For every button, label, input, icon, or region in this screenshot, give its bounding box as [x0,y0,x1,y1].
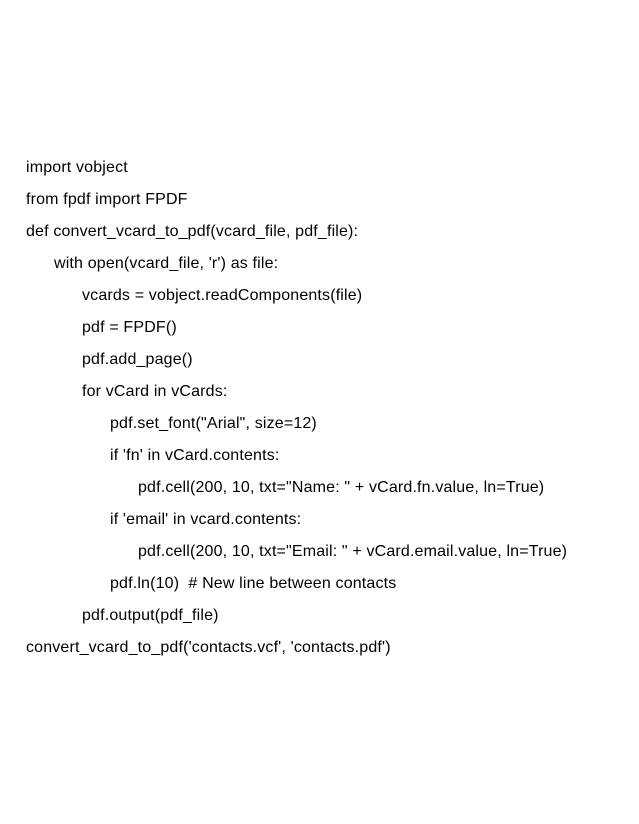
code-line-15: convert_vcard_to_pdf('contacts.vcf', 'co… [26,632,613,664]
code-line-1: from fpdf import FPDF [26,184,613,216]
code-line-3: with open(vcard_file, 'r') as file: [26,248,613,280]
code-block: import vobjectfrom fpdf import FPDFdef c… [26,152,613,664]
code-line-4: vcards = vobject.readComponents(file) [26,280,613,312]
code-line-5: pdf = FPDF() [26,312,613,344]
code-line-2: def convert_vcard_to_pdf(vcard_file, pdf… [26,216,613,248]
code-line-6: pdf.add_page() [26,344,613,376]
code-line-0: import vobject [26,152,613,184]
code-line-14: pdf.output(pdf_file) [26,600,613,632]
code-line-12: pdf.cell(200, 10, txt="Email: " + vCard.… [26,536,613,568]
code-line-9: if 'fn' in vCard.contents: [26,440,613,472]
code-line-11: if 'email' in vcard.contents: [26,504,613,536]
code-line-7: for vCard in vCards: [26,376,613,408]
code-line-8: pdf.set_font("Arial", size=12) [26,408,613,440]
code-line-10: pdf.cell(200, 10, txt="Name: " + vCard.f… [26,472,613,504]
code-line-13: pdf.ln(10) # New line between contacts [26,568,613,600]
